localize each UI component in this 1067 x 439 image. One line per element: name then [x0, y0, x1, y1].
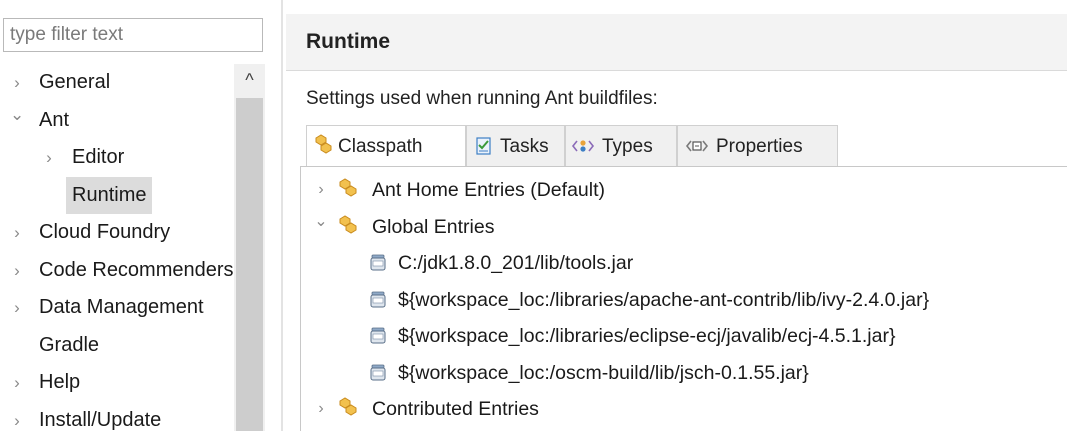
jar-icon: [367, 355, 389, 391]
page-description: Settings used when running Ant buildfile…: [306, 88, 658, 110]
tree-row-label: ${workspace_loc:/libraries/eclipse-ecj/j…: [398, 318, 896, 354]
tab-properties[interactable]: Properties: [677, 125, 838, 166]
page-title: Runtime: [306, 14, 390, 70]
classpath-entry-icon: [337, 391, 359, 427]
tree-item-install-update[interactable]: › Install/Update: [0, 402, 234, 439]
preferences-tree: › General ⌄ Ant › Editor Runtime › Cloud…: [0, 64, 234, 439]
tree-row-label: ${workspace_loc:/oscm-build/lib/jsch-0.1…: [398, 355, 809, 391]
tree-row-label: Global Entries: [372, 209, 494, 245]
properties-icon: [684, 126, 710, 167]
tree-row-label: ${workspace_loc:/libraries/apache-ant-co…: [398, 282, 929, 318]
chevron-up-icon: ^: [245, 70, 253, 90]
tree-item-runtime[interactable]: Runtime: [0, 177, 234, 215]
tab-classpath[interactable]: Classpath: [306, 125, 466, 168]
classpath-entry-icon: [337, 209, 359, 245]
jar-icon: [367, 318, 389, 354]
types-icon: [570, 126, 596, 167]
tree-item-data-management[interactable]: › Data Management: [0, 289, 234, 327]
vertical-scrollbar[interactable]: ^: [234, 64, 265, 431]
tab-label: Types: [602, 126, 653, 167]
chevron-right-icon[interactable]: ›: [42, 139, 56, 176]
tree-item-help[interactable]: › Help: [0, 364, 234, 402]
tree-item-label: General: [39, 64, 110, 101]
chevron-down-icon[interactable]: ⌄: [314, 204, 328, 240]
tree-item-label: Runtime: [66, 177, 152, 214]
tree-item-label: Ant: [39, 102, 69, 139]
scrollbar-thumb[interactable]: [236, 98, 263, 431]
tree-item-label: Help: [39, 364, 80, 401]
tree-row-jar[interactable]: ${workspace_loc:/oscm-build/lib/jsch-0.1…: [302, 355, 1067, 392]
chevron-right-icon[interactable]: ›: [10, 64, 24, 101]
chevron-down-icon[interactable]: ⌄: [10, 102, 24, 133]
tree-row-jar[interactable]: C:/jdk1.8.0_201/lib/tools.jar: [302, 245, 1067, 282]
classpath-entry-icon: [337, 172, 359, 208]
tree-item-label: Install/Update: [39, 402, 161, 439]
tree-item-label: Data Management: [39, 289, 204, 326]
tree-item-label: Editor: [72, 139, 124, 176]
tree-row-ant-home-entries[interactable]: › Ant Home Entries (Default): [302, 172, 1042, 209]
scroll-up-button[interactable]: ^: [234, 64, 265, 96]
tree-row-label: Contributed Entries: [372, 391, 539, 427]
preferences-navigation: › General ⌄ Ant › Editor Runtime › Cloud…: [0, 0, 272, 431]
tree-item-label: Gradle: [39, 327, 99, 364]
tree-item-cloud-foundry[interactable]: › Cloud Foundry: [0, 214, 234, 252]
jar-icon: [367, 282, 389, 318]
tab-types[interactable]: Types: [565, 125, 677, 166]
tree-row-global-entries[interactable]: ⌄ Global Entries: [302, 209, 1042, 246]
tree-item-code-recommenders[interactable]: › Code Recommenders: [0, 252, 234, 290]
tree-item-label: Cloud Foundry: [39, 214, 170, 251]
jar-icon: [367, 245, 389, 281]
chevron-right-icon[interactable]: ›: [10, 214, 24, 251]
tree-item-editor[interactable]: › Editor: [0, 139, 234, 177]
tree-row-contributed-entries[interactable]: › Contributed Entries: [302, 391, 1042, 428]
tab-tasks[interactable]: Tasks: [466, 125, 565, 166]
tree-item-ant[interactable]: ⌄ Ant: [0, 102, 234, 140]
tree-item-gradle[interactable]: Gradle: [0, 327, 234, 365]
classpath-tree[interactable]: › Ant Home Entries (Default) ⌄ Global En…: [302, 172, 1067, 431]
filter-input[interactable]: [3, 18, 263, 52]
chevron-right-icon[interactable]: ›: [314, 391, 328, 427]
tasks-icon: [473, 126, 493, 167]
tab-label: Properties: [716, 126, 803, 167]
chevron-right-icon[interactable]: ›: [10, 289, 24, 326]
page-header: Runtime: [286, 14, 1067, 71]
tree-row-jar[interactable]: ${workspace_loc:/libraries/eclipse-ecj/j…: [302, 318, 1067, 355]
tree-row-label: C:/jdk1.8.0_201/lib/tools.jar: [398, 245, 633, 281]
chevron-right-icon[interactable]: ›: [10, 252, 24, 289]
tree-item-general[interactable]: › General: [0, 64, 234, 102]
tab-label: Tasks: [500, 126, 549, 167]
chevron-right-icon[interactable]: ›: [10, 402, 24, 439]
pane-sash[interactable]: [281, 0, 283, 431]
tree-row-label: Ant Home Entries (Default): [372, 172, 605, 208]
tab-label: Classpath: [338, 126, 423, 167]
tree-row-jar[interactable]: ${workspace_loc:/libraries/apache-ant-co…: [302, 282, 1067, 319]
tree-item-label: Code Recommenders: [39, 252, 234, 289]
preference-page: Runtime Settings used when running Ant b…: [286, 0, 1067, 431]
chevron-right-icon[interactable]: ›: [10, 364, 24, 401]
classpath-icon: [313, 126, 333, 167]
